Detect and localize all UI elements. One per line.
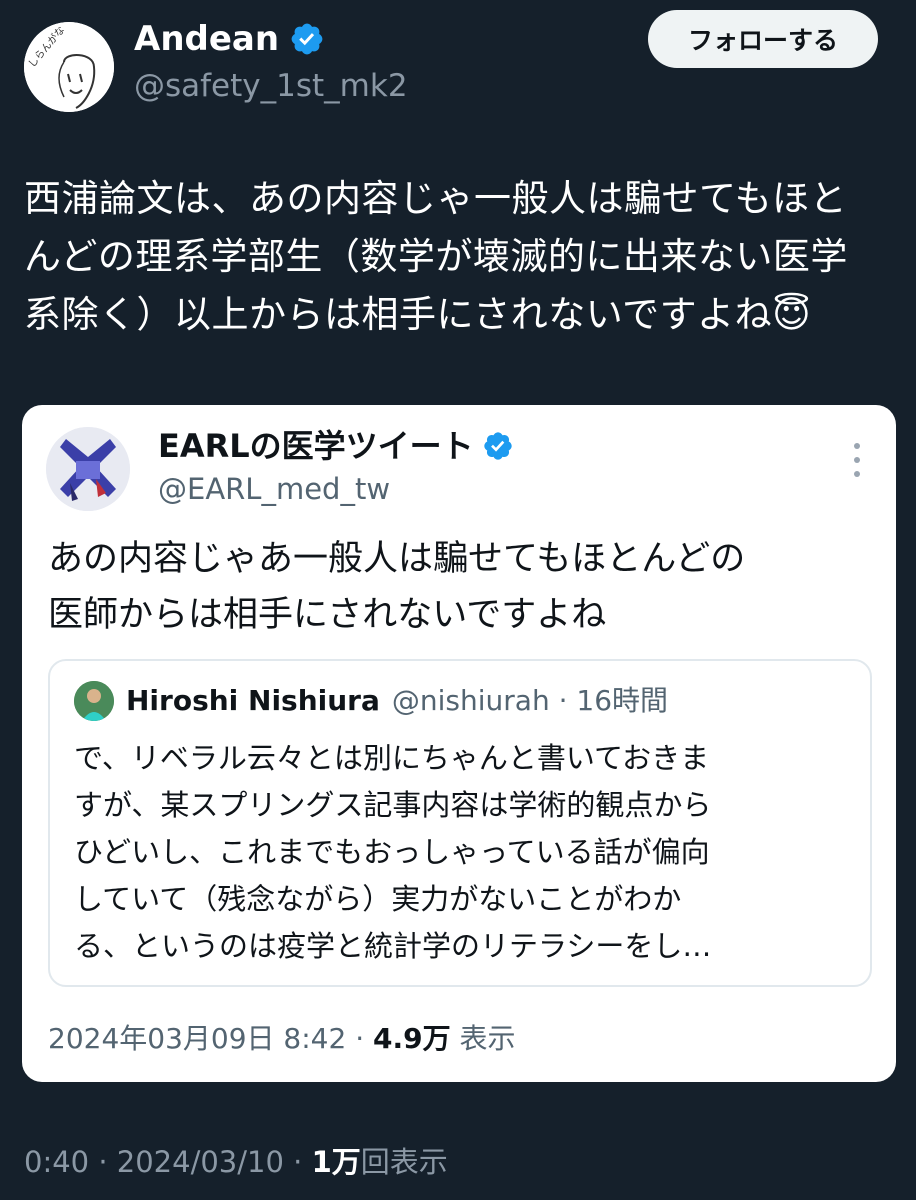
tweet-views-count: 1万 <box>311 1145 361 1179</box>
quote-author-avatar[interactable] <box>46 427 130 511</box>
quote-timestamp-views: 2024年03月09日 8:42 · 4.9万 表示 <box>48 1019 516 1059</box>
author-name-text: Andean <box>134 19 280 59</box>
quote-avatar-image <box>46 427 130 511</box>
tweet-views-label: 回表示 <box>360 1145 448 1179</box>
tweet-timestamp[interactable]: 0:40 · 2024/03/10 · <box>24 1145 312 1179</box>
quote-text: あの内容じゃあ一般人は騙せてもほとんどの 医師からは相手にされないですよね <box>48 539 746 635</box>
author-name[interactable]: Andean <box>134 18 325 60</box>
quote-author-name[interactable]: EARLの医学ツイート <box>158 425 514 467</box>
quoted-tweet-card[interactable]: EARLの医学ツイート @EARL_med_tw あの内容じゃあ一般人は騙せても… <box>22 405 896 1082</box>
quote-author-handle[interactable]: @EARL_med_tw <box>158 469 390 509</box>
nested-author-avatar[interactable] <box>74 681 114 721</box>
avatar-drawing: しらんがな <box>24 22 114 112</box>
verified-badge-icon <box>291 23 323 55</box>
author-handle[interactable]: @safety_1st_mk2 <box>134 66 408 106</box>
nested-author-name[interactable]: Hiroshi Nishiura <box>126 682 380 720</box>
nested-tweet-text: で、リベラル云々とは別にちゃんと書いておきま すが、某スプリングス記事内容は学術… <box>74 741 712 963</box>
tweet-text: 西浦論文は、あの内容じゃ一般人は騙せてもほと んどの理系学部生（数学が壊滅的に出… <box>24 177 848 336</box>
more-options-icon[interactable] <box>852 443 862 477</box>
nested-author-meta: @nishiurah · 16時間 <box>391 684 669 717</box>
quote-author-name-text: EARLの医学ツイート <box>158 427 474 465</box>
tweet-timestamp-views: 0:40 · 2024/03/10 · 1万回表示 <box>24 1141 448 1183</box>
nested-tweet-header: Hiroshi Nishiura @nishiurah · 16時間 <box>74 681 668 721</box>
quote-views-label: 表示 <box>450 1022 516 1055</box>
author-avatar[interactable]: しらんがな <box>24 22 114 112</box>
nested-quoted-tweet-card[interactable]: Hiroshi Nishiura @nishiurah · 16時間 で、リベラ… <box>48 659 872 987</box>
verified-badge-icon <box>484 432 512 460</box>
quote-views-count: 4.9万 <box>373 1022 451 1055</box>
nested-avatar-image <box>74 681 114 721</box>
follow-button[interactable]: フォローする <box>648 10 878 68</box>
quote-timestamp[interactable]: 2024年03月09日 8:42 · <box>48 1022 373 1055</box>
